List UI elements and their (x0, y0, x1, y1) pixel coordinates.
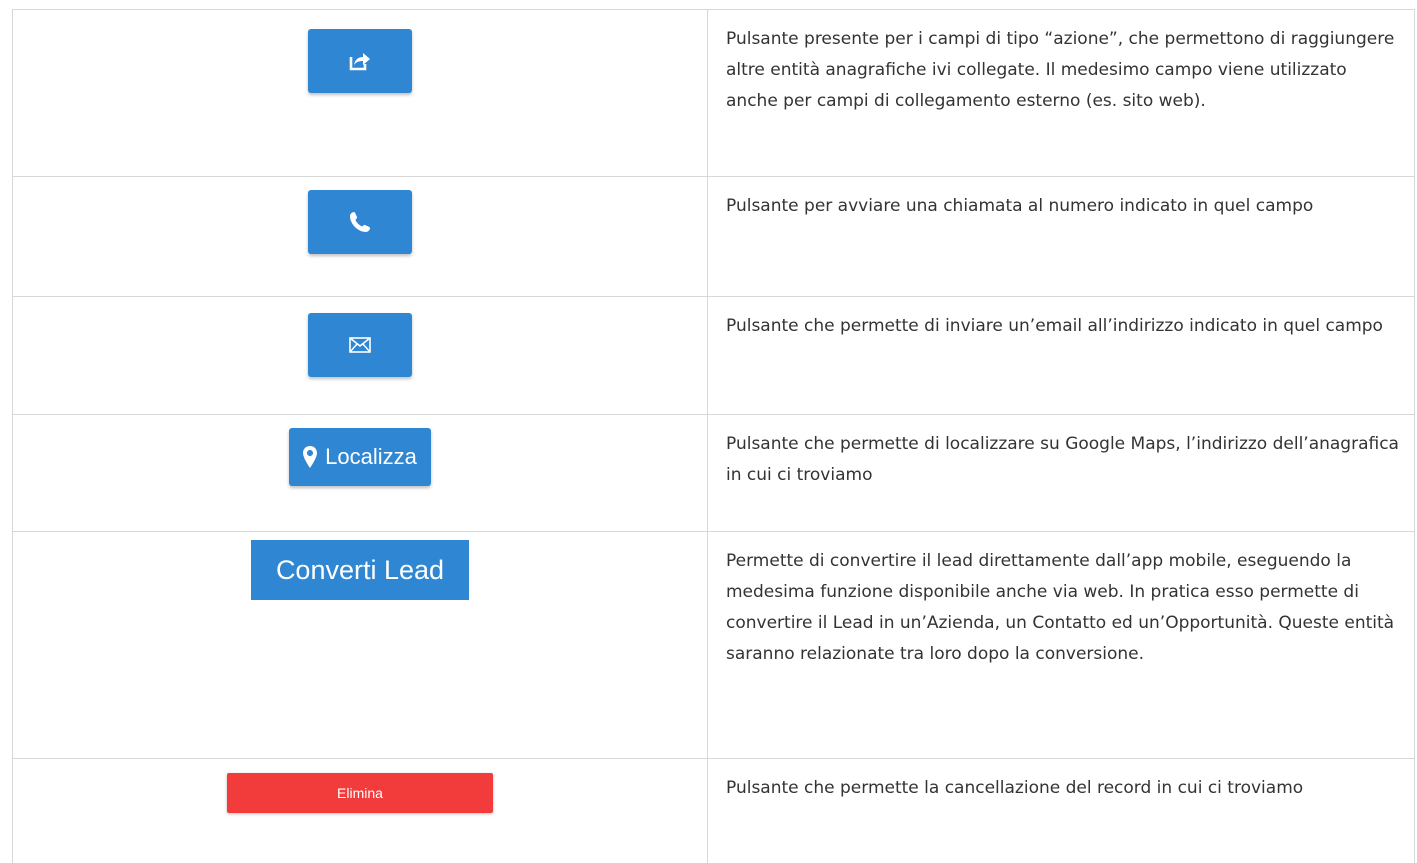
description-cell: Permette di convertire il lead direttame… (708, 532, 1415, 759)
table-row: Localizza Pulsante che permette di local… (13, 415, 1415, 532)
locate-button[interactable]: Localizza (289, 428, 431, 486)
description-cell: Pulsante che permette di localizzare su … (708, 415, 1415, 532)
button-cell (13, 297, 708, 415)
convert-lead-button[interactable]: Converti Lead (251, 540, 469, 600)
button-cell: Localizza (13, 415, 708, 532)
email-button[interactable] (308, 313, 412, 377)
locate-button-label: Localizza (325, 444, 417, 470)
delete-button-label: Elimina (337, 785, 383, 801)
table-row: Pulsante che permette di inviare un’emai… (13, 297, 1415, 415)
table-row: Converti Lead Permette di convertire il … (13, 532, 1415, 759)
button-cell: Converti Lead (13, 532, 708, 759)
description-cell: Pulsante che permette di inviare un’emai… (708, 297, 1415, 415)
button-cell: Elimina (13, 759, 708, 863)
delete-button[interactable]: Elimina (227, 773, 493, 813)
convert-lead-button-label: Converti Lead (276, 555, 444, 586)
call-button[interactable] (308, 190, 412, 254)
phone-icon (349, 211, 371, 233)
description-cell: Pulsante che permette la cancellazione d… (708, 759, 1415, 863)
description-cell: Pulsante presente per i campi di tipo “a… (708, 10, 1415, 177)
button-legend-table: Pulsante presente per i campi di tipo “a… (12, 9, 1415, 863)
button-cell (13, 177, 708, 297)
map-marker-icon (303, 446, 317, 468)
description-cell: Pulsante per avviare una chiamata al num… (708, 177, 1415, 297)
share-icon (349, 51, 371, 71)
envelope-icon (349, 337, 371, 353)
share-button[interactable] (308, 29, 412, 93)
table-row: Pulsante per avviare una chiamata al num… (13, 177, 1415, 297)
table-row: Pulsante presente per i campi di tipo “a… (13, 10, 1415, 177)
button-cell (13, 10, 708, 177)
table-row: Elimina Pulsante che permette la cancell… (13, 759, 1415, 863)
